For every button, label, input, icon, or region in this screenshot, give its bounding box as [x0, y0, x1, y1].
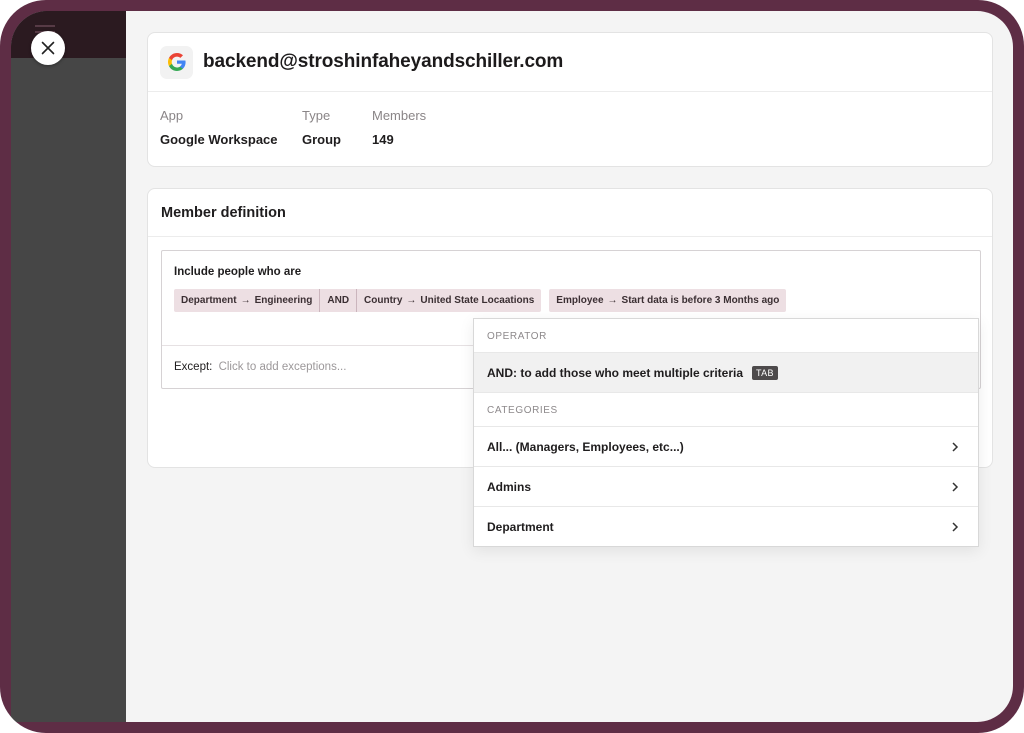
operator-section-header: OPERATOR [474, 319, 978, 353]
close-button[interactable] [31, 31, 65, 65]
chip-value: Engineering [254, 295, 313, 306]
definition-title: Member definition [161, 205, 286, 221]
meta-members: Members 149 [372, 108, 426, 147]
exceptions-row[interactable]: Except: Click to add exceptions... [162, 345, 475, 389]
tab-key-hint: TAB [752, 365, 778, 380]
meta-value: Google Workspace [160, 132, 278, 147]
chip-value: United State Locaations [420, 295, 535, 306]
meta-label: Members [372, 108, 427, 123]
rule-chips: Department → Engineering AND Country → U… [174, 289, 787, 312]
arrow-right-icon: → [607, 295, 618, 306]
except-label: Except: [174, 361, 213, 373]
definition-header: Member definition [148, 189, 992, 237]
sidebar [11, 11, 126, 722]
rule-chip-country[interactable]: Country → United State Locaations [356, 289, 541, 312]
category-department[interactable]: Department [474, 507, 978, 547]
rule-chip-department[interactable]: Department → Engineering [174, 289, 319, 312]
criteria-dropdown: OPERATOR AND: to add those who meet mult… [473, 318, 979, 547]
group-card: backend@stroshinfaheyandschiller.com App… [147, 32, 993, 167]
category-label: All... (Managers, Employees, etc...) [487, 439, 684, 454]
rule-chip-group[interactable]: Department → Engineering AND Country → U… [174, 289, 542, 312]
meta-value: 149 [372, 132, 394, 147]
sidebar-header [11, 11, 126, 58]
meta-value: Group [302, 132, 341, 147]
rule-operator-chip[interactable]: AND [319, 289, 356, 312]
meta-label: App [160, 108, 184, 123]
group-email-title: backend@stroshinfaheyandschiller.com [203, 51, 564, 72]
rule-chip-group[interactable]: Employee → Start data is before 3 Months… [549, 289, 787, 312]
categories-section-header: CATEGORIES [474, 393, 978, 427]
chevron-right-icon [952, 522, 959, 532]
arrow-right-icon: → [406, 295, 417, 306]
category-label: Admins [487, 479, 532, 494]
operator-option-label: AND: to add those who meet multiple crit… [487, 365, 744, 380]
meta-type: Type Group [302, 108, 341, 147]
category-admins[interactable]: Admins [474, 467, 978, 507]
rule-chip-employee[interactable]: Employee → Start data is before 3 Months… [549, 289, 786, 312]
category-label: Department [487, 520, 554, 534]
group-header: backend@stroshinfaheyandschiller.com [148, 33, 992, 92]
exceptions-input[interactable]: Click to add exceptions... [219, 361, 347, 373]
chip-field: Country [364, 295, 403, 306]
chevron-right-icon [952, 481, 959, 492]
operator-and-option[interactable]: AND: to add those who meet multiple crit… [474, 353, 978, 393]
meta-label: Type [302, 108, 331, 123]
device-frame: backend@stroshinfaheyandschiller.com App… [0, 0, 1024, 733]
chip-field: Employee [556, 295, 604, 306]
arrow-right-icon: → [240, 295, 251, 306]
include-label: Include people who are [174, 266, 302, 278]
google-logo-icon [160, 45, 193, 79]
chip-field: Department [181, 295, 237, 306]
category-all[interactable]: All... (Managers, Employees, etc...) [474, 427, 978, 467]
close-icon [41, 41, 55, 55]
meta-app: App Google Workspace [160, 108, 278, 147]
chevron-right-icon [952, 441, 959, 452]
chip-value: Start data is before 3 Months ago [621, 295, 780, 306]
